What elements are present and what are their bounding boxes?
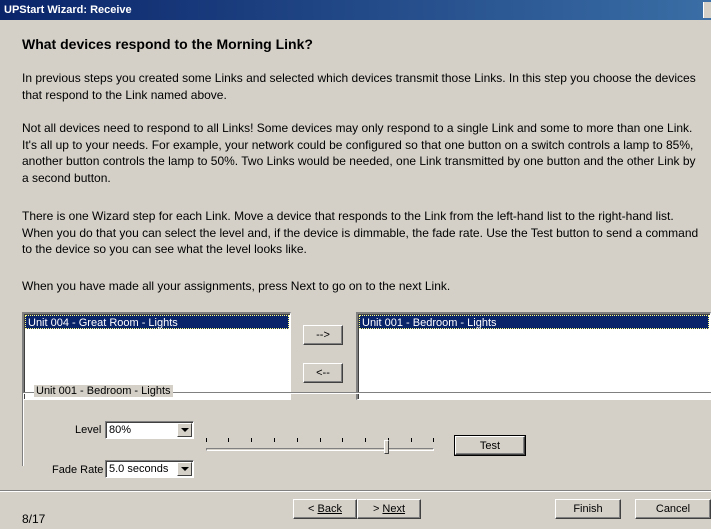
slider-tick: [342, 438, 343, 442]
next-label: Next: [382, 503, 406, 515]
slider-tick: [365, 438, 366, 442]
next-button[interactable]: > Next: [357, 499, 421, 519]
back-label: Back: [317, 503, 342, 515]
back-prefix: <: [308, 503, 318, 515]
explanation-paragraph: Not all devices need to respond to all L…: [22, 121, 696, 185]
close-icon[interactable]: [703, 2, 711, 18]
slider-tick: [274, 438, 275, 442]
cancel-button[interactable]: Cancel: [635, 499, 711, 519]
finish-button[interactable]: Finish: [555, 499, 621, 519]
chevron-down-icon[interactable]: [177, 462, 192, 476]
device-settings-label: Unit 001 - Bedroom - Lights: [34, 385, 173, 397]
level-slider-thumb[interactable]: [384, 440, 389, 454]
instructions-paragraph: There is one Wizard step for each Link. …: [22, 209, 699, 256]
intro-paragraph: In previous steps you created some Links…: [22, 71, 696, 102]
footer-divider: [0, 490, 711, 492]
window-title-bar: UPStart Wizard: Receive: [0, 0, 711, 20]
slider-tick: [411, 438, 412, 442]
level-label: Level: [75, 424, 102, 436]
slider-tick: [206, 438, 207, 442]
slider-tick: [433, 438, 434, 442]
fade-rate-value: 5.0 seconds: [109, 463, 169, 475]
responding-devices-list[interactable]: Unit 001 - Bedroom - Lights: [356, 312, 711, 400]
fade-rate-select[interactable]: 5.0 seconds: [105, 460, 194, 478]
level-select[interactable]: 80%: [105, 421, 194, 439]
fade-rate-label: Fade Rate: [52, 464, 104, 476]
remove-device-button[interactable]: <--: [303, 363, 343, 383]
slider-tick: [320, 438, 321, 442]
slider-tick: [297, 438, 298, 442]
level-slider-track[interactable]: [206, 448, 434, 451]
list-item[interactable]: Unit 001 - Bedroom - Lights: [359, 315, 709, 329]
next-prefix: >: [372, 503, 383, 515]
window-title: UPStart Wizard: Receive: [4, 4, 132, 16]
slider-tick: [228, 438, 229, 442]
test-button-label: Test: [479, 439, 501, 452]
step-counter: 8/17: [22, 512, 46, 526]
add-device-button[interactable]: -->: [303, 325, 343, 345]
next-step-paragraph: When you have made all your assignments,…: [22, 279, 451, 293]
chevron-down-icon[interactable]: [177, 423, 192, 437]
page-title: What devices respond to the Morning Link…: [22, 36, 313, 52]
slider-tick: [251, 438, 252, 442]
test-button[interactable]: Test: [454, 435, 526, 456]
list-item[interactable]: Unit 004 - Great Room - Lights: [25, 315, 289, 329]
level-value: 80%: [109, 424, 132, 436]
back-button[interactable]: < Back: [293, 499, 357, 519]
